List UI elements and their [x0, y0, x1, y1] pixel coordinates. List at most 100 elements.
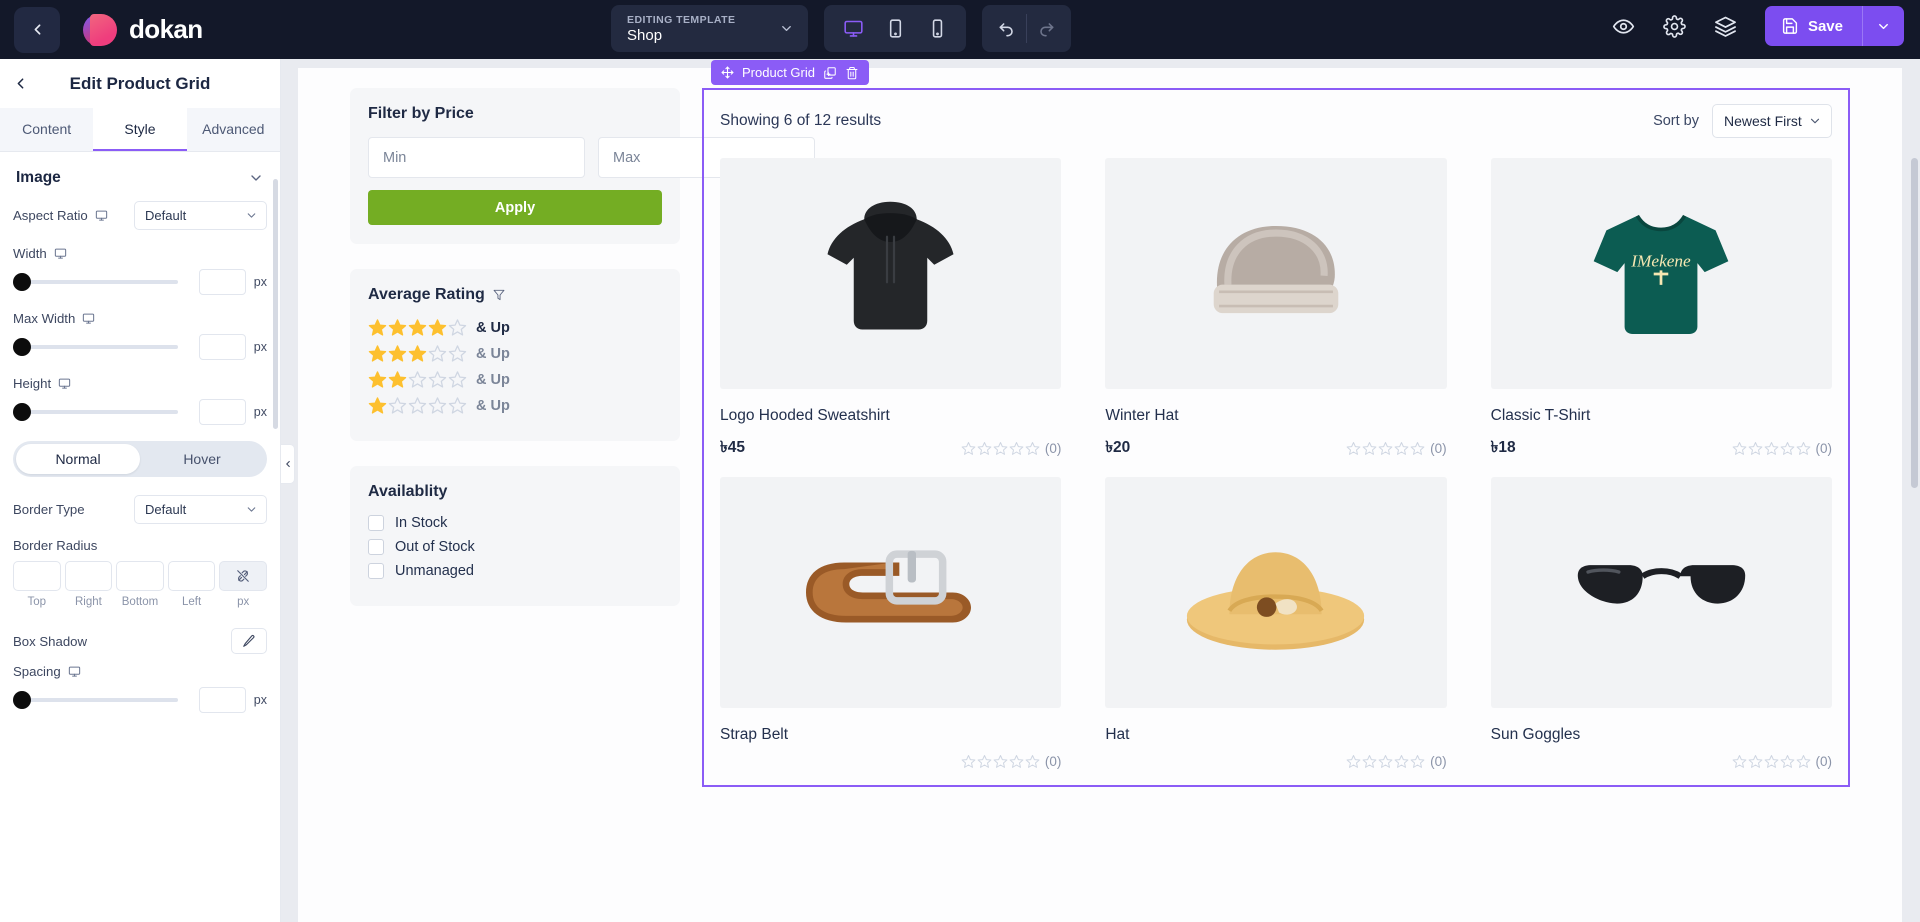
- tab-content[interactable]: Content: [0, 108, 94, 151]
- product-grid-widget[interactable]: Showing 6 of 12 results Sort by Newest F…: [702, 88, 1850, 787]
- chevron-down-icon: [782, 26, 791, 31]
- width-slider-handle[interactable]: [13, 273, 31, 291]
- filter-availability-card: Availablity In Stock Out of Stock Unmanage…: [350, 466, 680, 606]
- width-slider[interactable]: [13, 273, 179, 291]
- product-name[interactable]: Logo Hooded Sweatshirt: [720, 407, 1061, 425]
- section-image-header[interactable]: Image: [0, 152, 280, 201]
- undo-button[interactable]: [988, 10, 1026, 48]
- max-width-slider-handle[interactable]: [13, 338, 31, 356]
- height-slider-handle[interactable]: [13, 403, 31, 421]
- device-desktop-button[interactable]: [834, 10, 872, 48]
- product-name[interactable]: Classic T-Shirt: [1491, 407, 1832, 425]
- responsive-device-icon[interactable]: [95, 209, 108, 222]
- panel-back-button[interactable]: [12, 75, 29, 92]
- border-radius-bottom-input[interactable]: [116, 561, 164, 591]
- star-rating: [368, 370, 467, 389]
- max-width-slider[interactable]: [13, 338, 179, 356]
- star-icon: [1780, 441, 1794, 455]
- product-card[interactable]: Logo Hooded Sweatshirt ৳45 (0): [720, 158, 1062, 477]
- state-normal-button[interactable]: Normal: [16, 444, 140, 474]
- height-input[interactable]: [199, 399, 246, 425]
- product-thumbnail[interactable]: [1105, 158, 1447, 389]
- price-apply-button[interactable]: Apply: [368, 190, 662, 225]
- product-name[interactable]: Hat: [1105, 726, 1446, 744]
- widget-duplicate-button[interactable]: [823, 66, 837, 80]
- save-group: Save: [1764, 6, 1904, 46]
- pencil-icon: [243, 634, 255, 647]
- sort-select[interactable]: Newest First: [1712, 104, 1832, 138]
- layers-button[interactable]: [1709, 9, 1743, 43]
- availability-option[interactable]: Out of Stock: [368, 539, 662, 555]
- spacing-slider[interactable]: [13, 691, 179, 709]
- rating-filter-row[interactable]: & Up: [368, 318, 662, 337]
- height-unit: px: [253, 405, 267, 419]
- product-card[interactable]: Winter Hat ৳20 (0): [1105, 158, 1447, 477]
- border-radius-link-button[interactable]: [219, 561, 267, 591]
- canvas-scrollbar[interactable]: [1911, 118, 1919, 922]
- rating-filter-label: & Up: [476, 371, 510, 388]
- rating-filter-row[interactable]: & Up: [368, 344, 662, 363]
- tab-advanced[interactable]: Advanced: [186, 108, 280, 151]
- box-shadow-edit-button[interactable]: [231, 628, 267, 654]
- border-radius-link: px: [219, 561, 267, 608]
- rating-filter-label: & Up: [476, 319, 510, 336]
- device-tablet-button[interactable]: [876, 10, 914, 48]
- price-min-input[interactable]: [368, 137, 585, 178]
- back-button[interactable]: [14, 6, 60, 53]
- template-selector[interactable]: EDITING TEMPLATE Shop: [611, 5, 808, 52]
- settings-button[interactable]: [1658, 9, 1692, 43]
- spacing-input[interactable]: [199, 687, 246, 713]
- product-thumbnail[interactable]: [1490, 477, 1832, 708]
- responsive-device-icon[interactable]: [82, 312, 95, 325]
- product-card[interactable]: Hat (0): [1105, 477, 1447, 785]
- availability-checkbox[interactable]: [368, 539, 384, 555]
- panel-tabs: Content Style Advanced: [0, 108, 280, 152]
- product-thumbnail[interactable]: [720, 477, 1062, 708]
- star-icon: [408, 397, 427, 414]
- height-slider[interactable]: [13, 403, 179, 421]
- tshirt-image: IMekene: [1593, 214, 1729, 334]
- product-card[interactable]: Strap Belt (0): [720, 477, 1062, 785]
- preview-button[interactable]: [1607, 9, 1641, 43]
- product-name[interactable]: Sun Goggles: [1491, 726, 1832, 744]
- responsive-device-icon[interactable]: [54, 247, 67, 260]
- canvas-scrollbar-thumb[interactable]: [1911, 158, 1918, 488]
- border-type-select[interactable]: Default: [134, 495, 267, 524]
- tab-style[interactable]: Style: [93, 108, 187, 151]
- device-mobile-button[interactable]: [918, 10, 956, 48]
- widget-delete-button[interactable]: [845, 66, 859, 80]
- state-hover-button[interactable]: Hover: [140, 444, 264, 474]
- product-thumbnail[interactable]: [720, 158, 1062, 389]
- product-thumbnail[interactable]: IMekene: [1490, 158, 1832, 389]
- rating-filter-row[interactable]: & Up: [368, 396, 662, 415]
- save-button[interactable]: Save: [1765, 6, 1862, 46]
- border-radius-left-caption: Left: [181, 596, 202, 608]
- product-card[interactable]: IMekene Classic T-Shirt ৳18 (0): [1490, 158, 1832, 477]
- border-radius-right-input[interactable]: [64, 561, 113, 591]
- save-options-button[interactable]: [1863, 6, 1904, 46]
- product-card[interactable]: Sun Goggles (0): [1490, 477, 1832, 785]
- product-name[interactable]: Strap Belt: [720, 726, 1061, 744]
- border-radius-top-input[interactable]: [13, 561, 61, 591]
- spacing-slider-handle[interactable]: [13, 691, 31, 709]
- width-input[interactable]: [199, 269, 246, 295]
- responsive-device-icon[interactable]: [58, 377, 71, 390]
- shop-layout: Filter by Price Apply Average Rating & U…: [350, 60, 1870, 787]
- panel-collapse-toggle[interactable]: [281, 444, 295, 484]
- panel-scrollbar[interactable]: [273, 179, 278, 429]
- rating-filter-row[interactable]: & Up: [368, 370, 662, 389]
- aspect-ratio-select[interactable]: Default: [134, 201, 267, 230]
- border-radius-left-input[interactable]: [167, 561, 216, 591]
- border-type-label: Border Type: [13, 502, 85, 517]
- filter-rating-title: Average Rating: [368, 286, 662, 304]
- max-width-input[interactable]: [199, 334, 246, 360]
- product-thumbnail[interactable]: [1105, 477, 1447, 708]
- product-name[interactable]: Winter Hat: [1105, 407, 1446, 425]
- star-icon: [1362, 441, 1377, 455]
- availability-option[interactable]: In Stock: [368, 515, 662, 531]
- redo-button[interactable]: [1027, 10, 1065, 48]
- responsive-device-icon[interactable]: [68, 665, 81, 678]
- availability-option[interactable]: Unmanaged: [368, 563, 662, 579]
- availability-checkbox[interactable]: [368, 563, 384, 579]
- availability-checkbox[interactable]: [368, 515, 384, 531]
